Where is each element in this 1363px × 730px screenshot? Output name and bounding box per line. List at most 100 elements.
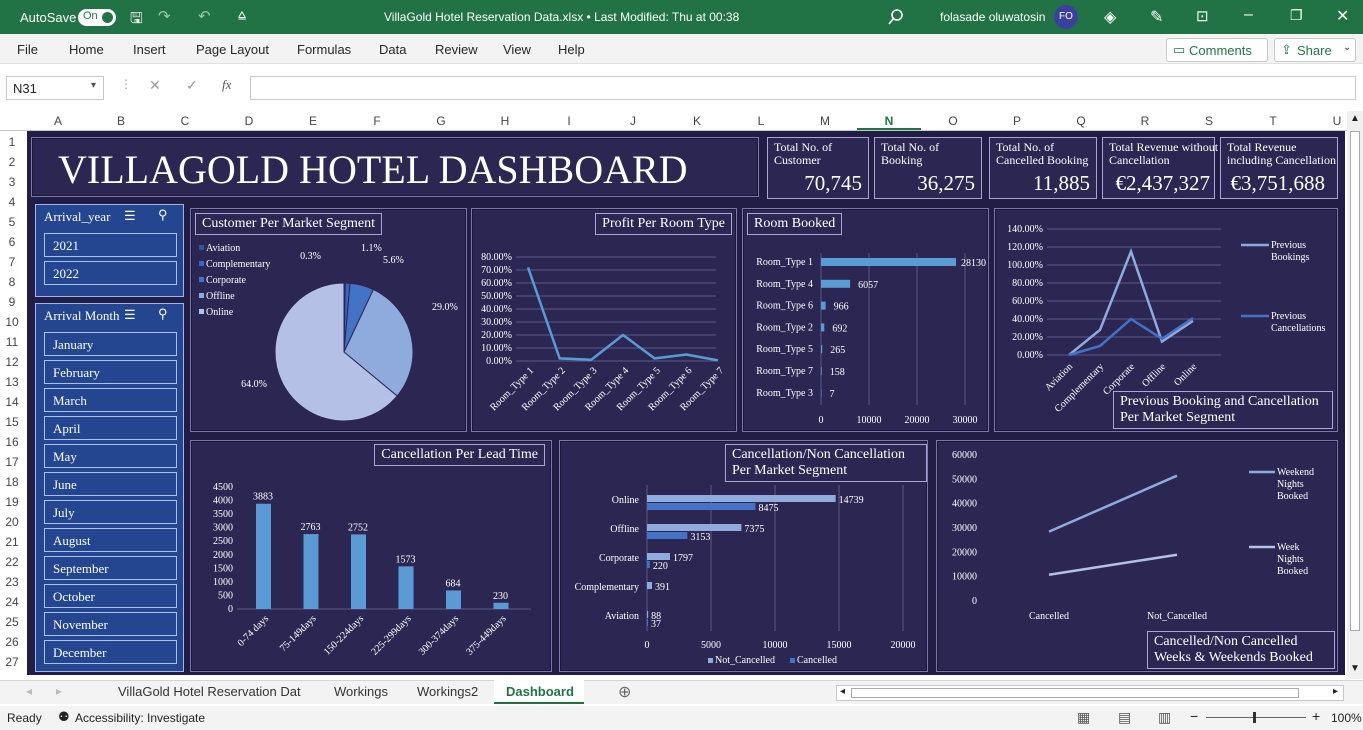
row-header[interactable]: 23 xyxy=(0,575,24,589)
row-header[interactable]: 18 xyxy=(0,475,24,489)
autosave-toggle[interactable]: On xyxy=(78,9,116,26)
save-icon[interactable]: 🖫 xyxy=(130,8,143,33)
vertical-scrollbar[interactable]: ▲ ▼ xyxy=(1347,111,1363,679)
column-header[interactable]: B xyxy=(111,114,131,128)
search-icon[interactable] xyxy=(888,9,904,25)
column-header[interactable]: R xyxy=(1135,114,1155,128)
scroll-down-icon[interactable]: ▼ xyxy=(1350,663,1360,674)
row-header[interactable]: 9 xyxy=(0,295,24,309)
function-icon[interactable]: fx xyxy=(222,77,231,93)
accessibility-status[interactable]: Accessibility: Investigate xyxy=(75,711,205,725)
enter-icon[interactable]: ✓ xyxy=(186,77,198,94)
row-header[interactable]: 1 xyxy=(0,135,24,149)
multi-select-icon[interactable]: ☰ xyxy=(124,307,136,323)
close-icon[interactable]: ✕ xyxy=(1336,6,1349,26)
formula-input[interactable] xyxy=(250,76,1356,100)
column-header[interactable]: S xyxy=(1199,114,1219,128)
panel-pie[interactable]: 0.3% 1.1% 5.6% 29.0% 64.0% Aviation Complement… xyxy=(190,208,467,432)
user-avatar[interactable]: FO xyxy=(1054,5,1078,29)
column-header[interactable]: M xyxy=(815,114,835,128)
page-break-icon[interactable]: ▥ xyxy=(1158,709,1171,726)
menu-formulas[interactable]: Formulas xyxy=(297,42,351,57)
row-header[interactable]: 25 xyxy=(0,615,24,629)
menu-data[interactable]: Data xyxy=(379,42,406,57)
column-header[interactable]: U xyxy=(1327,114,1347,128)
zoom-slider[interactable] xyxy=(1206,717,1306,718)
row-header[interactable]: 2 xyxy=(0,155,24,169)
menu-page-layout[interactable]: Page Layout xyxy=(196,42,269,57)
row-header[interactable]: 11 xyxy=(0,335,24,349)
panel-rooms[interactable]: 0 10000 20000 30000 Room_Type 1 28130 Room_Typ… xyxy=(742,208,989,432)
row-header[interactable]: 7 xyxy=(0,255,24,269)
name-box[interactable]: N31 ▾ xyxy=(6,76,104,100)
row-header[interactable]: 4 xyxy=(0,195,24,209)
column-header[interactable]: G xyxy=(431,114,451,128)
zoom-in-icon[interactable]: + xyxy=(1312,708,1320,724)
undo-icon[interactable]: ↶ xyxy=(198,7,211,25)
cancel-icon[interactable]: ✕ xyxy=(149,77,161,94)
scroll-thumb[interactable] xyxy=(1350,131,1360,631)
row-header[interactable]: 10 xyxy=(0,315,24,329)
slicer-item-july[interactable]: July xyxy=(44,500,177,524)
accessibility-icon[interactable]: ⚉ xyxy=(58,709,70,725)
slicer-item-february[interactable]: February xyxy=(44,360,177,384)
menu-help[interactable]: Help xyxy=(558,42,585,57)
panel-profit[interactable]: 80.00% 70.00% 60.00% 50.00% 40.00% 30.00% 20.0… xyxy=(471,208,737,432)
add-sheet-icon[interactable]: ⊕ xyxy=(618,682,631,702)
slicer-item-december[interactable]: December xyxy=(44,640,177,664)
zoom-thumb[interactable] xyxy=(1253,712,1256,723)
pen-icon[interactable]: ✎ xyxy=(1150,7,1163,27)
slicer-item-august[interactable]: August xyxy=(44,528,177,552)
slicer-item-june[interactable]: June xyxy=(44,472,177,496)
panel-lead[interactable]: 4500 4000 3500 3000 2500 2000 1500 1000 500 0 3883… xyxy=(190,440,552,672)
row-header[interactable]: 14 xyxy=(0,395,24,409)
column-header[interactable]: D xyxy=(239,114,259,128)
row-header[interactable]: 21 xyxy=(0,535,24,549)
slicer-item-2022[interactable]: 2022 xyxy=(44,261,177,285)
column-header[interactable]: K xyxy=(687,114,707,128)
column-header[interactable]: L xyxy=(751,114,771,128)
row-header[interactable]: 3 xyxy=(0,175,24,189)
menu-review[interactable]: Review xyxy=(435,42,478,57)
row-header[interactable]: 26 xyxy=(0,635,24,649)
panel-weeks[interactable]: 60000 50000 40000 30000 20000 10000 0 Cancelled… xyxy=(936,440,1338,672)
column-header[interactable]: P xyxy=(1007,114,1027,128)
menu-insert[interactable]: Insert xyxy=(133,42,166,57)
prev-sheet-icon[interactable]: ◂ xyxy=(26,684,32,698)
slicer-item-october[interactable]: October xyxy=(44,584,177,608)
column-header[interactable]: O xyxy=(943,114,963,128)
row-header[interactable]: 27 xyxy=(0,655,24,669)
row-header[interactable]: 17 xyxy=(0,455,24,469)
next-sheet-icon[interactable]: ▸ xyxy=(56,684,62,698)
share-button[interactable]: ⇪ Share ⌄ xyxy=(1274,38,1356,62)
diamond-icon[interactable]: ◈ xyxy=(1104,7,1116,27)
row-header[interactable]: 15 xyxy=(0,415,24,429)
sheet-tab-active[interactable]: Dashboard xyxy=(494,680,584,704)
ribbon-display-icon[interactable]: ⊡ xyxy=(1196,7,1209,25)
row-header[interactable]: 8 xyxy=(0,275,24,289)
column-header[interactable]: A xyxy=(48,114,68,128)
row-header[interactable]: 24 xyxy=(0,595,24,609)
row-header[interactable]: 5 xyxy=(0,215,24,229)
menu-file[interactable]: File xyxy=(17,42,38,57)
column-header[interactable]: I xyxy=(559,114,579,128)
zoom-level[interactable]: 100% xyxy=(1331,711,1362,725)
column-header[interactable]: J xyxy=(623,114,643,128)
scroll-thumb[interactable] xyxy=(851,688,1299,698)
row-header[interactable]: 12 xyxy=(0,355,24,369)
menu-home[interactable]: Home xyxy=(69,42,104,57)
row-header[interactable]: 13 xyxy=(0,375,24,389)
file-name[interactable]: VillaGold Hotel Reservation Data.xlsx • … xyxy=(384,10,739,24)
column-header[interactable]: E xyxy=(303,114,323,128)
horizontal-scrollbar[interactable]: ◂ ▸ xyxy=(836,685,1344,701)
column-header[interactable]: C xyxy=(175,114,195,128)
page-layout-icon[interactable]: ▤ xyxy=(1118,709,1131,726)
minimize-icon[interactable]: – xyxy=(1244,6,1253,24)
comments-button[interactable]: ▭ Comments xyxy=(1166,38,1268,62)
zoom-out-icon[interactable]: − xyxy=(1190,708,1198,724)
column-header[interactable]: Q xyxy=(1071,114,1091,128)
panel-cancel-segment[interactable]: 0 5000 10000 15000 20000 Online 14739 8475 Offli… xyxy=(559,440,928,672)
sheet-tab[interactable]: VillaGold Hotel Reservation Dat xyxy=(118,684,301,699)
customize-qat-icon[interactable]: ⩠ xyxy=(238,7,246,23)
slicer-item-january[interactable]: January xyxy=(44,332,177,356)
